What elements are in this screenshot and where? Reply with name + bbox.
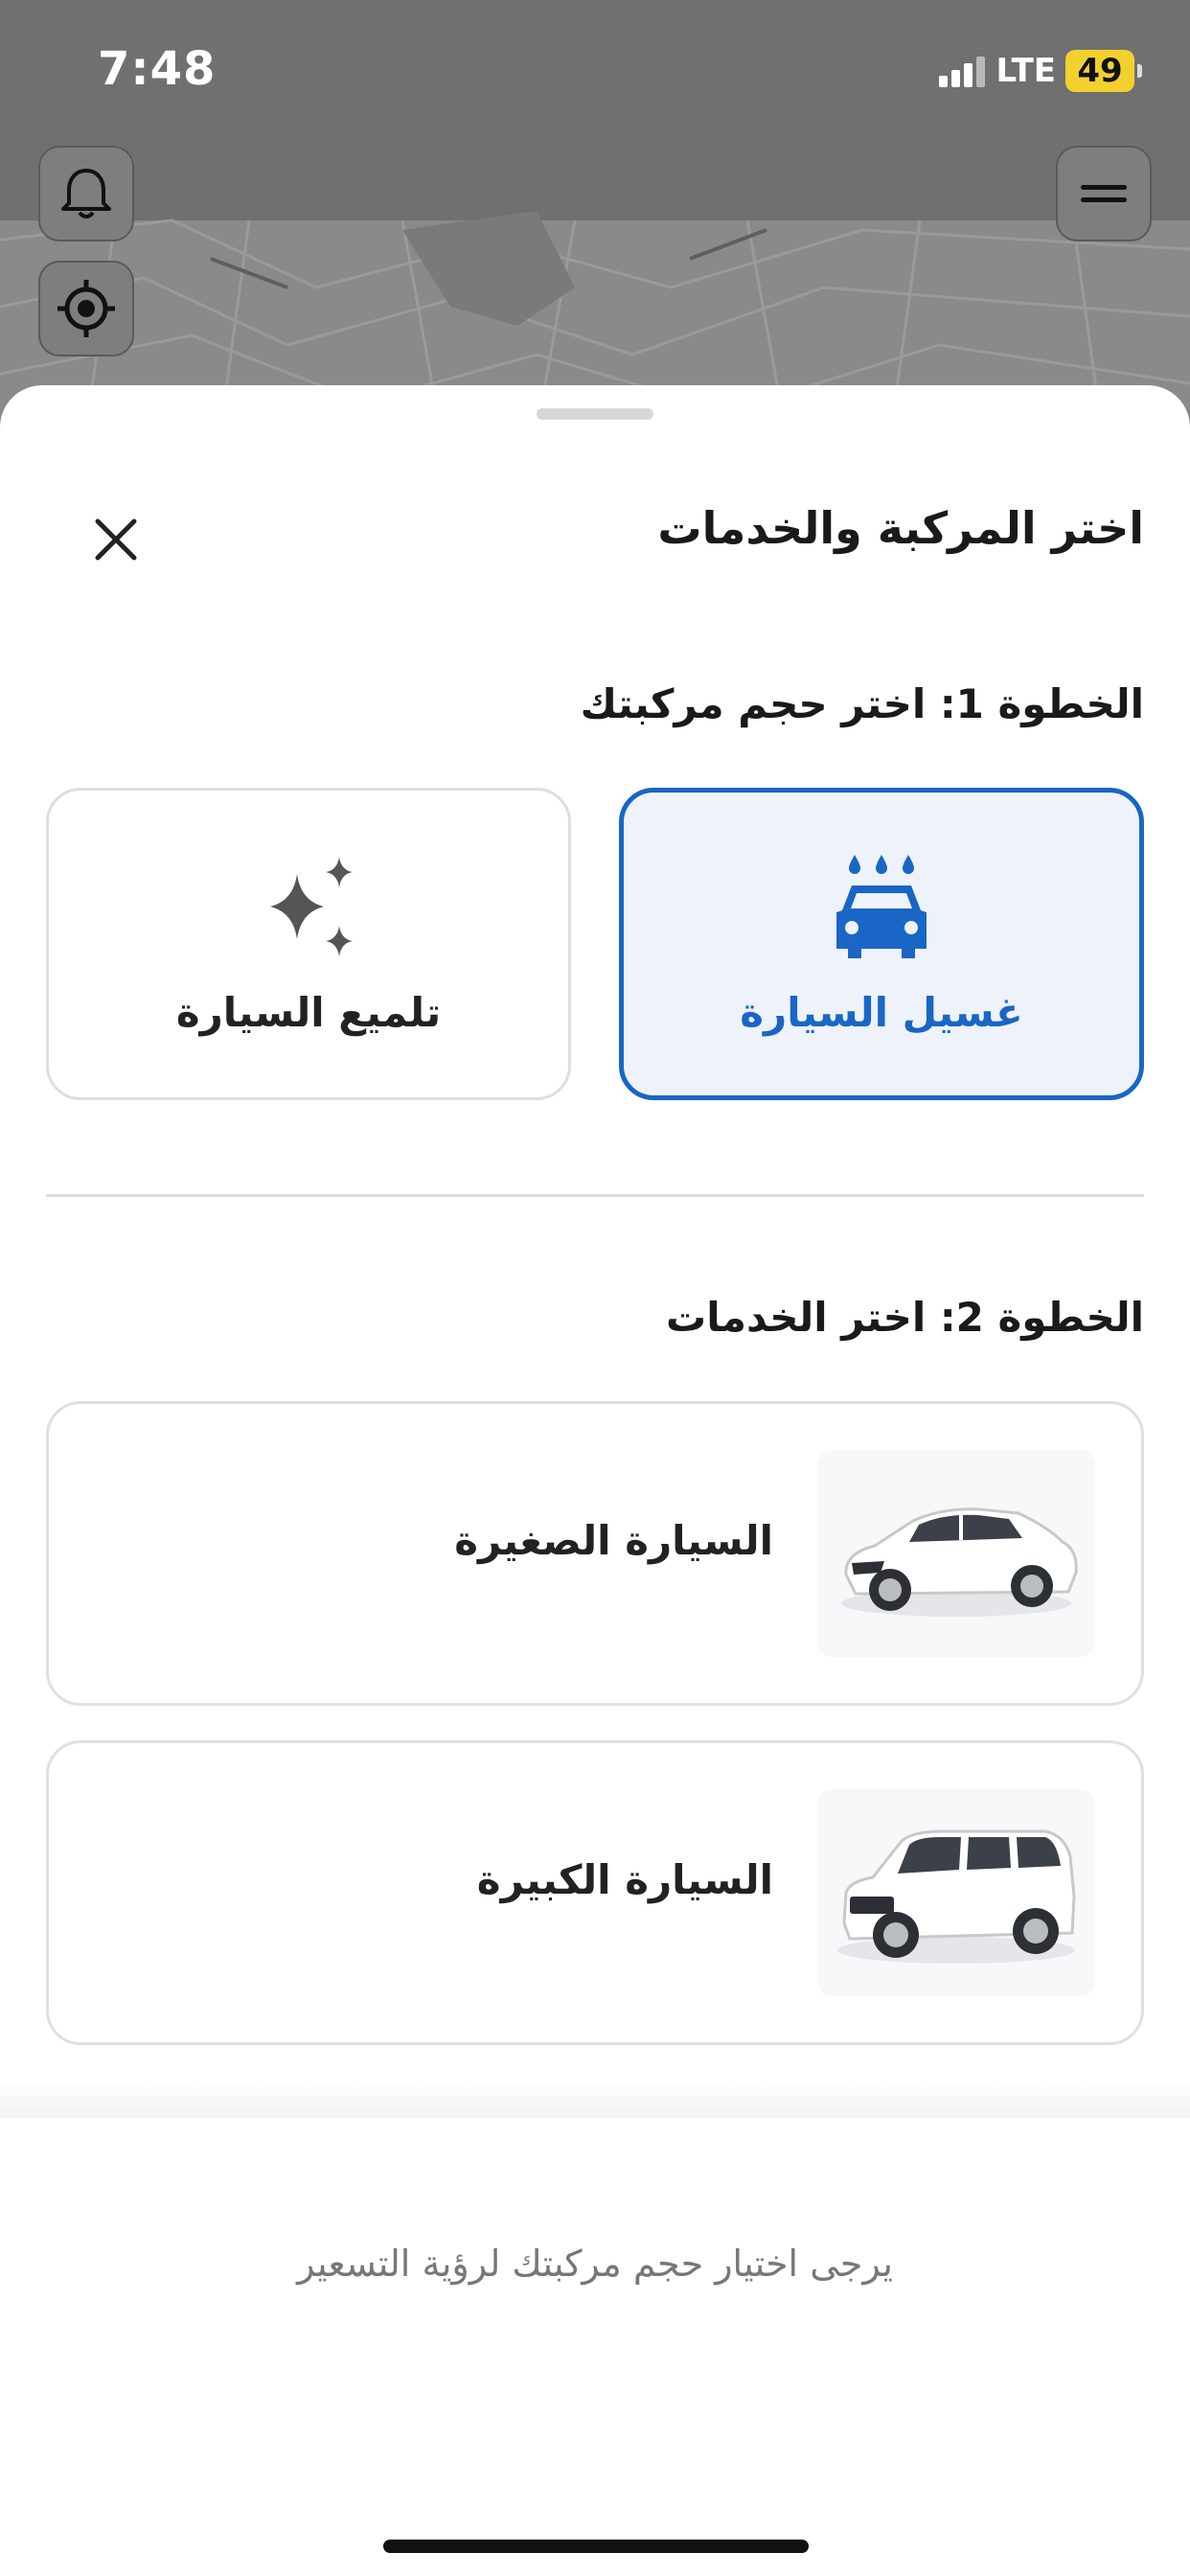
footer-shadow <box>0 2080 1190 2118</box>
step2-title: الخطوة 2: اختر الخدمات <box>666 1294 1144 1341</box>
battery-icon <box>1137 64 1142 78</box>
suv-car-image <box>817 1789 1095 1996</box>
signal-icon <box>935 55 985 87</box>
menu-icon <box>1081 185 1127 202</box>
menu-button[interactable] <box>1056 146 1152 242</box>
bottom-sheet: اختر المركبة والخدمات الخطوة 1: اختر حجم… <box>0 385 1190 2120</box>
sparkles-icon <box>270 856 353 956</box>
status-indicators: LTE 49 <box>935 50 1142 92</box>
section-divider <box>46 1194 1144 1197</box>
status-time: 7:48 <box>98 42 217 96</box>
home-indicator[interactable] <box>383 2540 809 2553</box>
service-label-car-wash: غسيل السيارة <box>740 988 1023 1036</box>
close-icon <box>95 518 137 561</box>
step1-title: الخطوة 1: اختر حجم مركبتك <box>580 680 1144 727</box>
pricing-note: يرجى اختيار حجم مركبتك لرؤية التسعير <box>297 2242 893 2285</box>
network-label: LTE <box>995 52 1056 90</box>
notifications-button[interactable] <box>38 146 134 242</box>
screen: 7:48 LTE 49 اختر المركبة والخدمات الخطوة… <box>0 0 1190 2576</box>
my-location-button[interactable] <box>38 261 134 356</box>
service-label-car-polish: تلميع السيارة <box>175 988 442 1036</box>
sheet-title: اختر المركبة والخدمات <box>657 502 1144 554</box>
close-button[interactable] <box>84 508 148 571</box>
footer: يرجى اختيار حجم مركبتك لرؤية التسعير <box>0 2118 1190 2576</box>
service-option-car-polish[interactable]: تلميع السيارة <box>46 788 571 1100</box>
battery-level: 49 <box>1065 50 1134 92</box>
vehicle-label-small-car: السيارة الصغيرة <box>454 1517 773 1564</box>
crosshair-icon <box>57 280 115 337</box>
sheet-drag-handle[interactable] <box>537 408 653 420</box>
service-option-car-wash[interactable]: غسيل السيارة <box>619 788 1144 1100</box>
bell-icon <box>61 169 111 218</box>
vehicle-option-small-car[interactable]: السيارة الصغيرة <box>46 1401 1144 1706</box>
sedan-car-image <box>817 1450 1095 1657</box>
vehicle-label-large-car: السيارة الكبيرة <box>476 1856 773 1903</box>
vehicle-option-large-car[interactable]: السيارة الكبيرة <box>46 1740 1144 2045</box>
car-wash-icon <box>836 854 927 958</box>
